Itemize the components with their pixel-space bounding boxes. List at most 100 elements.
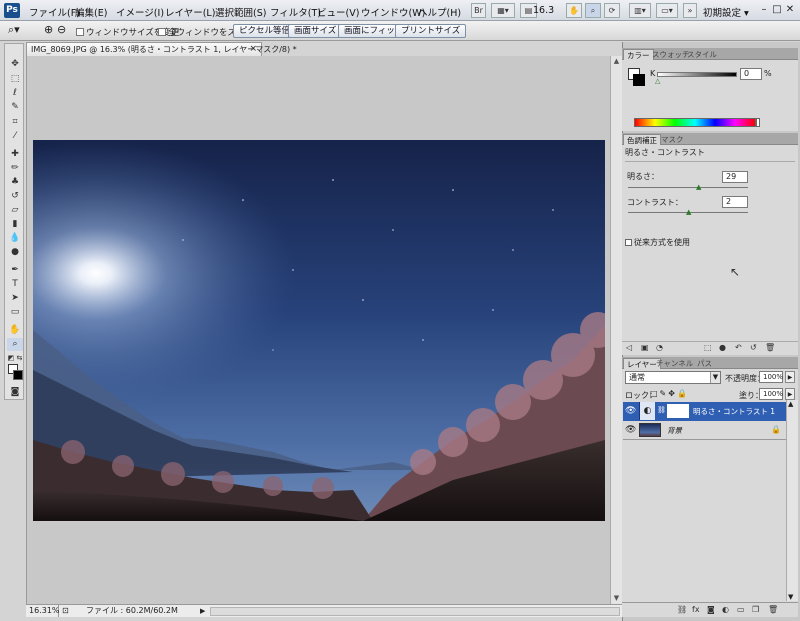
blur-tool-icon[interactable]: 💧 [7, 232, 23, 245]
layer-row-adjustment[interactable]: 👁 ◐ ⛓ 明るさ・コントラスト 1 [623, 402, 786, 421]
visibility-toggle-icon[interactable]: ● [719, 343, 726, 352]
layer-style-icon[interactable]: fx [692, 605, 700, 614]
clip-to-layer-icon[interactable]: ⬚ [704, 343, 712, 352]
dodge-tool-icon[interactable]: ● [7, 246, 23, 259]
close-button[interactable]: ✕ [784, 3, 796, 17]
new-adjustment-icon[interactable]: ◔ [656, 343, 663, 352]
layer-name[interactable]: 明るさ・コントラスト 1 [693, 406, 775, 417]
restore-button[interactable]: □ [771, 3, 783, 17]
actual-pixels-button[interactable]: ピクセル等倍 [233, 24, 297, 38]
mini-bridge-icon[interactable]: ▦▾ [491, 3, 515, 18]
zoom-in-icon[interactable]: ⊕ [44, 23, 53, 36]
history-brush-tool-icon[interactable]: ↺ [7, 190, 23, 203]
brightness-slider-thumb[interactable]: ▲ [696, 184, 701, 191]
menu-edit[interactable]: 編集(E) [75, 5, 107, 19]
brightness-slider[interactable] [628, 187, 748, 188]
contrast-slider-thumb[interactable]: ▲ [686, 209, 691, 216]
gradient-tool-icon[interactable]: ▮ [7, 218, 23, 231]
add-mask-icon[interactable]: ◙ [707, 605, 715, 614]
minimize-button[interactable]: – [758, 3, 770, 17]
zoom-tool-icon[interactable]: ⌕ [7, 338, 23, 351]
eye-icon[interactable]: 👁 [625, 406, 636, 416]
previous-state-icon[interactable]: ↶ [735, 343, 742, 352]
fill-arrow-icon[interactable]: ▶ [785, 388, 795, 400]
eraser-tool-icon[interactable]: ▱ [7, 204, 23, 217]
status-zoom-field[interactable]: 16.31% [27, 605, 60, 617]
layers-scrollbar[interactable]: ▲ ▼ [786, 400, 798, 601]
opacity-field[interactable]: 100% [759, 371, 783, 383]
shape-tool-icon[interactable]: ▭ [7, 306, 23, 319]
layer-name[interactable]: 背景 [667, 425, 682, 436]
quick-mask-icon[interactable]: ◙ [7, 386, 23, 399]
link-layers-icon[interactable]: ⛓ [677, 605, 687, 614]
eye-icon[interactable]: 👁 [625, 425, 636, 435]
layer-mask-thumbnail[interactable] [667, 404, 689, 418]
menu-window[interactable]: ウインドウ(W) [361, 5, 425, 19]
zoom-level-select[interactable]: 16.3 [533, 5, 554, 16]
color-bg-swatch[interactable] [633, 74, 645, 86]
eyedropper-tool-icon[interactable]: ⁄ [7, 130, 23, 143]
menu-image[interactable]: イメージ(I) [116, 5, 164, 19]
fill-field[interactable]: 100% [759, 388, 783, 400]
new-fill-adjustment-icon[interactable]: ◐ [722, 605, 729, 614]
marquee-tool-icon[interactable]: ⬚ [7, 73, 23, 86]
k-slider-thumb[interactable]: △ [655, 78, 660, 85]
new-layer-icon[interactable]: ❐ [752, 605, 759, 614]
arrange-documents-icon[interactable]: ▥▾ [629, 3, 651, 18]
vertical-scrollbar[interactable]: ▲ ▼ [610, 56, 622, 604]
workspace-switcher[interactable]: 初期設定 ▾ [703, 5, 749, 19]
rotate-view-icon[interactable]: ⟳ [604, 3, 620, 18]
contrast-field[interactable]: 2 [722, 196, 748, 208]
blend-mode-select[interactable]: 通常 ▼ [625, 371, 721, 384]
scroll-down-icon[interactable]: ▼ [788, 593, 793, 601]
document-image[interactable] [33, 140, 605, 521]
tab-styles[interactable]: スタイル [684, 49, 720, 60]
scroll-down-icon[interactable]: ▼ [611, 593, 622, 604]
hand-tool-icon[interactable]: ✋ [566, 3, 582, 18]
k-value-field[interactable]: 0 [740, 68, 762, 80]
quick-select-tool-icon[interactable]: ✎ [7, 101, 23, 114]
opacity-arrow-icon[interactable]: ▶ [785, 371, 795, 383]
close-document-icon[interactable]: × [249, 43, 257, 56]
horizontal-scrollbar[interactable] [210, 607, 620, 616]
tab-adjustments[interactable]: 色調補正 [623, 134, 661, 145]
scroll-up-icon[interactable]: ▲ [788, 400, 793, 408]
zoom-out-icon[interactable]: ⊖ [57, 23, 66, 36]
tab-paths[interactable]: パス [694, 358, 715, 369]
menu-file[interactable]: ファイル(F) [29, 5, 80, 19]
legacy-checkbox[interactable]: 従来方式を使用 [625, 237, 690, 248]
k-slider[interactable] [657, 72, 737, 77]
menu-filter[interactable]: フィルタ(T) [270, 5, 321, 19]
menu-layer[interactable]: レイヤー(L) [165, 5, 215, 19]
new-group-icon[interactable]: ▭ [737, 605, 745, 614]
lock-options-icons[interactable]: □✎✥🔒 [650, 389, 689, 398]
zoom-tool-preset-icon[interactable]: ⌕▾ [8, 23, 20, 37]
print-size-button[interactable]: プリントサイズ [395, 24, 467, 38]
move-tool-icon[interactable]: ✥ [7, 58, 23, 71]
return-to-list-icon[interactable]: ◁ [626, 343, 632, 352]
healing-brush-tool-icon[interactable]: ✚ [7, 148, 23, 161]
delete-adjustment-icon[interactable]: 🗑 [765, 343, 775, 352]
ramp-white[interactable] [756, 118, 760, 127]
lasso-tool-icon[interactable]: ℓ [7, 87, 23, 100]
status-info-icon[interactable]: ⊡ [62, 605, 69, 617]
expanded-view-icon[interactable]: ▣ [641, 343, 649, 352]
hand-tool-icon[interactable]: ✋ [7, 324, 23, 337]
fit-screen-button[interactable]: 画面サイズ [288, 24, 343, 38]
zoom-tool-icon[interactable]: ⌕ [585, 3, 601, 18]
trash-icon[interactable]: 🗑 [768, 605, 778, 614]
panel-toggle-icon[interactable]: » [683, 3, 697, 18]
screen-mode-icon[interactable]: ▭▾ [656, 3, 678, 18]
menu-select[interactable]: 選択範囲(S) [215, 5, 266, 19]
tab-masks[interactable]: マスク [658, 134, 687, 145]
status-menu-arrow-icon[interactable]: ▶ [200, 605, 205, 617]
brush-tool-icon[interactable]: ✏ [7, 162, 23, 175]
chain-link-icon[interactable]: ⛓ [657, 406, 666, 414]
type-tool-icon[interactable]: T [7, 278, 23, 291]
menu-help[interactable]: ヘルプ(H) [418, 5, 461, 19]
tab-channels[interactable]: チャンネル [653, 358, 696, 369]
scroll-up-icon[interactable]: ▲ [611, 56, 622, 67]
color-spectrum-ramp[interactable] [634, 118, 756, 127]
menu-view[interactable]: ビュー(V) [317, 5, 359, 19]
background-color-swatch[interactable] [13, 370, 23, 380]
